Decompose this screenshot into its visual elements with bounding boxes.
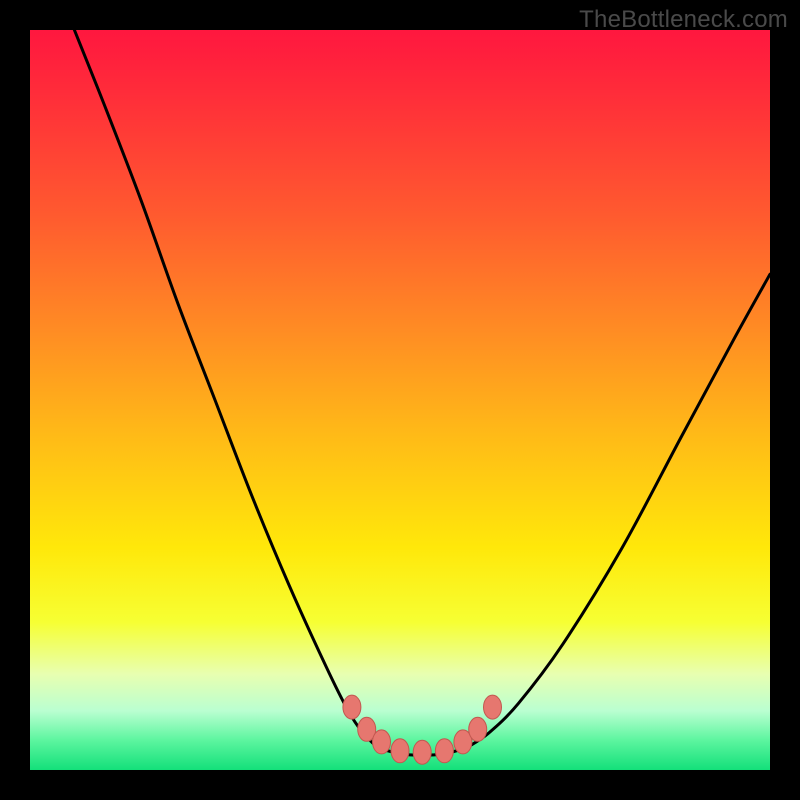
- trough-markers-group: [343, 695, 502, 764]
- right-curve-path: [467, 274, 770, 748]
- trough-marker: [391, 739, 409, 763]
- plot-area: [30, 30, 770, 770]
- watermark-text: TheBottleneck.com: [579, 6, 788, 34]
- trough-marker: [435, 739, 453, 763]
- trough-marker: [484, 695, 502, 719]
- trough-marker: [469, 717, 487, 741]
- trough-marker: [343, 695, 361, 719]
- chart-svg: [30, 30, 770, 770]
- trough-marker: [413, 740, 431, 764]
- trough-marker: [373, 730, 391, 754]
- left-curve-path: [74, 30, 377, 748]
- chart-frame: TheBottleneck.com: [0, 0, 800, 800]
